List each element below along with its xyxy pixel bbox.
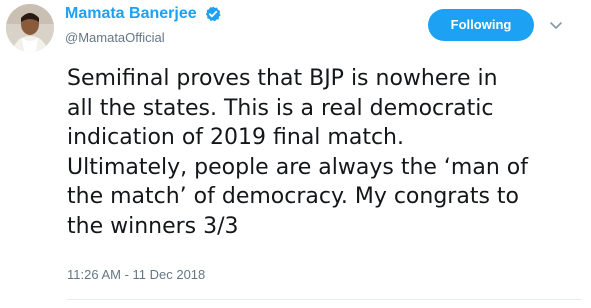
chevron-down-icon[interactable] [548, 17, 564, 33]
divider [67, 299, 582, 300]
display-name[interactable]: Mamata Banerjee [65, 4, 197, 24]
tweet-text-line: indication of 2019 final match. [67, 125, 404, 150]
tweet-text: Semifinal proves that BJP is nowhere in … [67, 64, 582, 241]
tweet-text-line: the match’ of democracy. My congrats to [67, 184, 519, 209]
avatar[interactable] [6, 4, 54, 52]
tweet-timestamp[interactable]: 11:26 AM - 11 Dec 2018 [67, 267, 205, 282]
tweet-card: Mamata Banerjee @MamataOfficial Followin… [0, 0, 591, 308]
tweet-text-line: all the states. This is a real democrati… [67, 95, 494, 121]
tweet-text-line: the winners 3/3 [67, 213, 239, 239]
tweet-text-line: Ultimately, people are always the ‘man o… [67, 154, 528, 180]
user-handle[interactable]: @MamataOfficial [65, 30, 221, 46]
tweet-text-line: Semifinal proves that BJP is nowhere in [67, 66, 498, 91]
user-info: Mamata Banerjee @MamataOfficial [65, 4, 221, 46]
verified-badge-icon [205, 6, 221, 22]
following-button[interactable]: Following [428, 9, 534, 41]
